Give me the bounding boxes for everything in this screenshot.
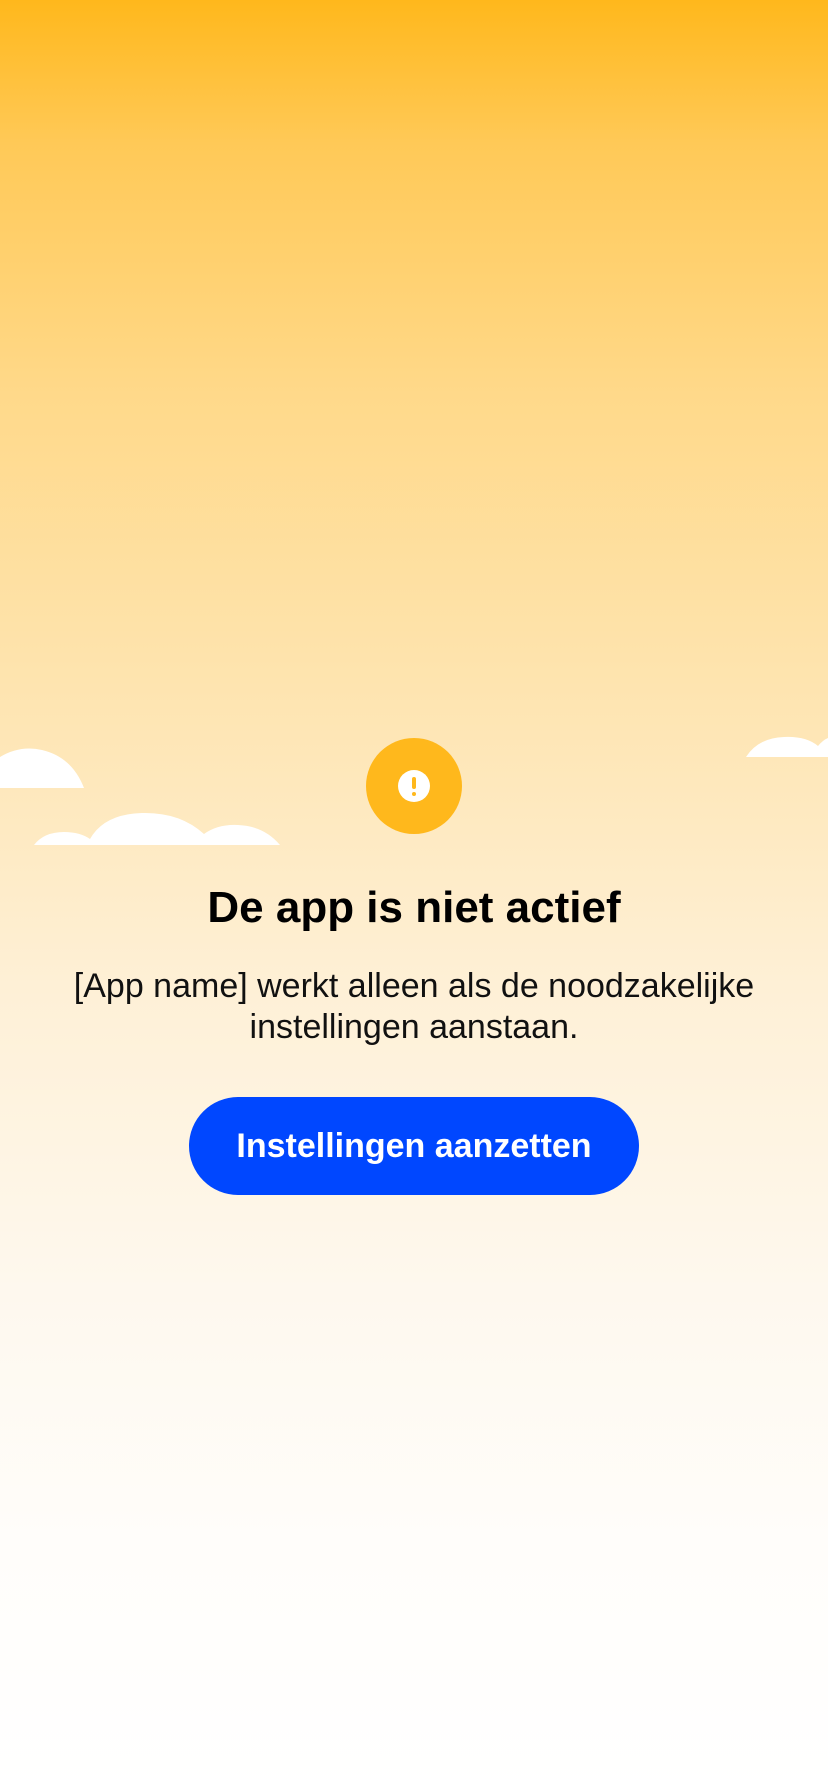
- cloud-decoration-right: [746, 736, 828, 757]
- exclamation-circle-icon: [398, 770, 430, 802]
- enable-settings-button[interactable]: Instellingen aanzetten: [189, 1097, 639, 1195]
- alert-badge: [366, 738, 462, 834]
- cloud-decoration-left-bottom: [34, 812, 280, 845]
- cloud-decoration-left-top: [0, 748, 84, 788]
- page-title: De app is niet actief: [207, 883, 621, 932]
- explanation-text: [App name] werkt alleen als de noodzakel…: [73, 967, 755, 1046]
